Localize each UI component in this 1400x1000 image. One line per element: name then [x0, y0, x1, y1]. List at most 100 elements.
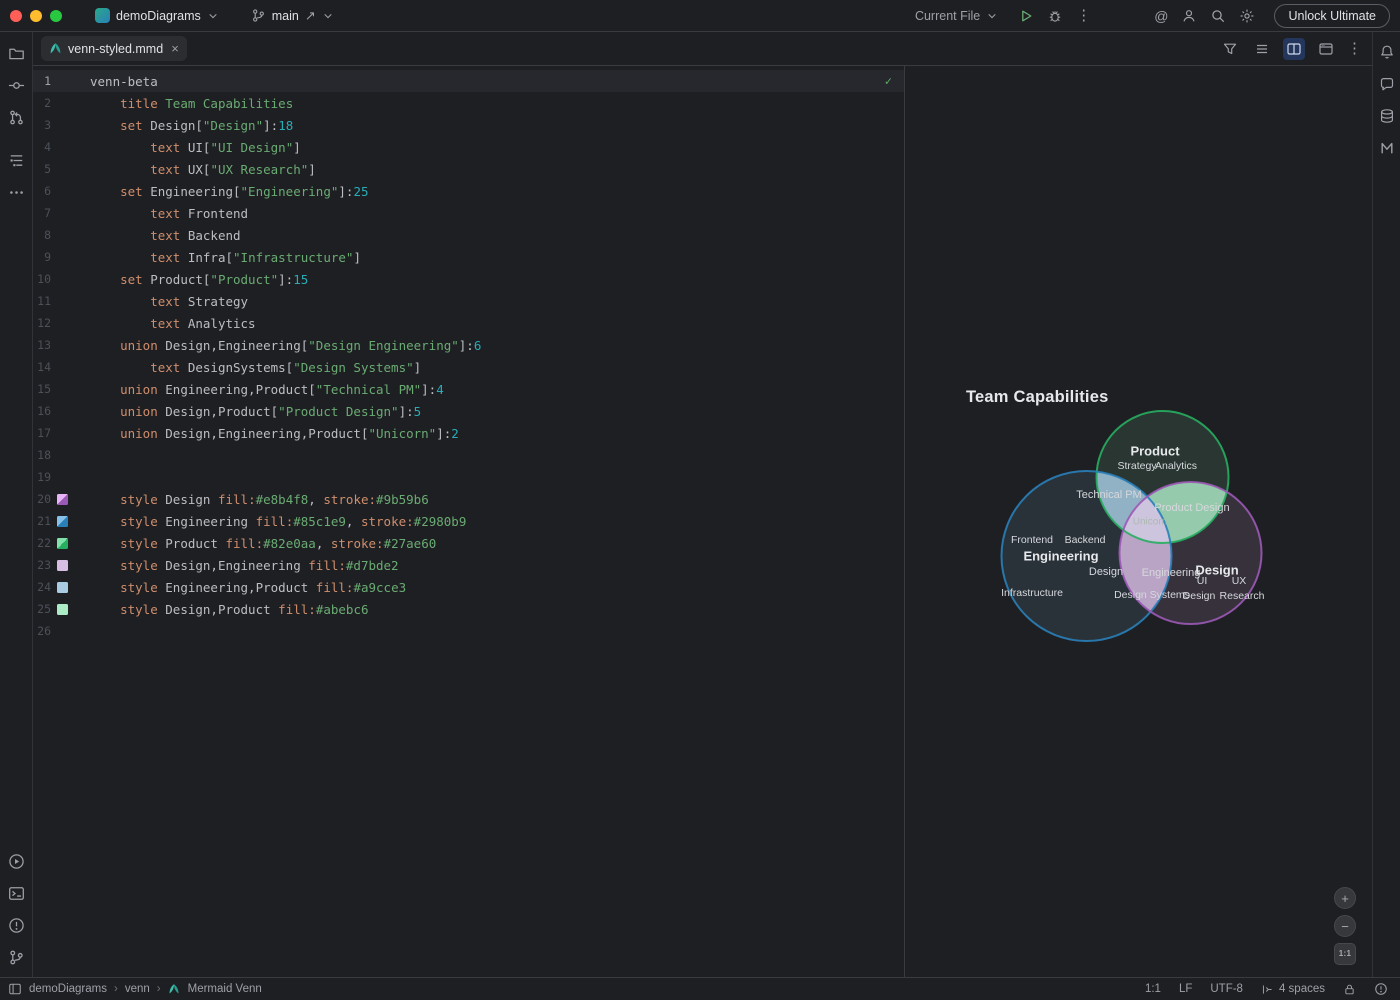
vcs-widget[interactable]: main ↗ [244, 5, 341, 26]
close-window-button[interactable] [10, 9, 22, 22]
code-line[interactable]: 2 title Team Capabilities [33, 92, 904, 114]
code-line[interactable]: 3 set Design["Design"]:18 [33, 114, 904, 136]
problems-tool-icon[interactable] [4, 913, 28, 937]
line-number: 4 [44, 140, 51, 154]
zoom-out-button[interactable]: − [1334, 915, 1356, 937]
encoding-widget[interactable]: UTF-8 [1210, 983, 1243, 995]
breadcrumb-diagram[interactable]: Mermaid Venn [188, 983, 262, 995]
code-line[interactable]: 6 set Engineering["Engineering"]:25 [33, 180, 904, 202]
code-line[interactable]: 1 venn-beta ✓ [33, 70, 904, 92]
line-number: 8 [44, 228, 51, 242]
code-editor[interactable]: 1 venn-beta ✓ 2 title Team Capabilities 3 se… [33, 66, 905, 977]
debug-button[interactable] [1047, 8, 1063, 24]
line-number: 1 [44, 74, 51, 88]
code-line[interactable]: 18 [33, 444, 904, 466]
more-actions-button[interactable]: ⋮ [1076, 8, 1091, 23]
code-line[interactable]: 21 style Engineering fill:#85c1e9, strok… [33, 510, 904, 532]
mermaid-tool-icon[interactable] [1375, 136, 1399, 160]
ai-chat-tool-icon[interactable] [1375, 72, 1399, 96]
code-line[interactable]: 20 style Design fill:#e8b4f8, stroke:#9b… [33, 488, 904, 510]
notifications-bell-icon[interactable] [1375, 40, 1399, 64]
code-line[interactable]: 19 [33, 466, 904, 488]
code-line[interactable]: 23 style Design,Engineering fill:#d7bde2 [33, 554, 904, 576]
pull-requests-tool-icon[interactable] [4, 105, 28, 129]
code-line[interactable]: 4 text UI["UI Design"] [33, 136, 904, 158]
venn-label: Research [1219, 590, 1265, 602]
code-line[interactable]: 15 union Engineering,Product["Technical … [33, 378, 904, 400]
run-config-selector[interactable]: Current File [908, 6, 1005, 26]
line-number: 17 [37, 426, 51, 440]
color-swatch[interactable] [57, 603, 68, 615]
inspection-ok-icon[interactable]: ✓ [885, 70, 892, 92]
structure-tool-icon[interactable] [4, 148, 28, 172]
cursor-position-widget[interactable]: 1:1 [1145, 983, 1161, 995]
code-line[interactable]: 10 set Product["Product"]:15 [33, 268, 904, 290]
venn-label: UI [1196, 575, 1208, 587]
code-line[interactable]: 13 union Design,Engineering["Design Engi… [33, 334, 904, 356]
code-line[interactable]: 9 text Infra["Infrastructure"] [33, 246, 904, 268]
profile-button[interactable] [1181, 8, 1197, 24]
run-button[interactable] [1018, 8, 1034, 24]
code-line[interactable]: 12 text Analytics [33, 312, 904, 334]
color-swatch[interactable] [57, 581, 68, 593]
code-line[interactable]: 24 style Engineering,Product fill:#a9cce… [33, 576, 904, 598]
ide-status-icon[interactable] [1374, 982, 1388, 996]
services-tool-icon[interactable] [4, 849, 28, 873]
tab-close-icon[interactable]: × [171, 41, 179, 56]
code-line[interactable]: 25 style Design,Product fill:#abebc6 [33, 598, 904, 620]
code-line[interactable]: 22 style Product fill:#82e0aa, stroke:#2… [33, 532, 904, 554]
ai-assistant-button[interactable]: @ [1154, 9, 1168, 23]
terminal-tool-icon[interactable] [4, 881, 28, 905]
minimize-window-button[interactable] [30, 9, 42, 22]
code-line[interactable]: 26 [33, 620, 904, 642]
color-swatch[interactable] [57, 559, 68, 571]
code-line[interactable]: 16 union Design,Product["Product Design"… [33, 400, 904, 422]
settings-button[interactable] [1239, 8, 1255, 24]
commit-tool-icon[interactable] [4, 73, 28, 97]
venn-label: Engineering [1141, 567, 1201, 579]
branch-name: main [271, 8, 299, 23]
show-editor-only-icon[interactable] [1251, 38, 1273, 60]
right-tool-stripe [1372, 32, 1400, 977]
breadcrumb-folder[interactable]: venn [125, 983, 150, 995]
zoom-in-button[interactable]: + [1334, 887, 1356, 909]
database-tool-icon[interactable] [1375, 104, 1399, 128]
project-widget[interactable]: demoDiagrams [88, 5, 226, 26]
zoom-reset-button[interactable]: 1:1 [1334, 943, 1356, 965]
project-tool-icon[interactable] [4, 41, 28, 65]
version-control-tool-icon[interactable] [4, 945, 28, 969]
chevron-down-icon [207, 10, 219, 22]
preview-zoom-controls: + − 1:1 [1334, 887, 1356, 965]
more-tool-windows-icon[interactable] [4, 180, 28, 204]
color-swatch[interactable] [57, 493, 68, 505]
venn-label: Design [1182, 590, 1216, 602]
indent-widget[interactable]: 4 spaces [1261, 983, 1325, 996]
venn-labels-layer: Product Strategy Analytics Technical PM Prod… [905, 66, 1372, 977]
line-number: 26 [37, 624, 51, 638]
show-editor-and-preview-icon[interactable] [1283, 37, 1305, 60]
tool-window-layout-icon[interactable] [8, 982, 22, 996]
tab-venn-styled[interactable]: venn-styled.mmd × [41, 36, 187, 61]
color-swatch[interactable] [57, 537, 68, 549]
readonly-lock-icon[interactable] [1343, 983, 1356, 996]
code-line[interactable]: 14 text DesignSystems["Design Systems"] [33, 356, 904, 378]
code-line[interactable]: 5 text UX["UX Research"] [33, 158, 904, 180]
line-number: 23 [37, 558, 51, 572]
code-line[interactable]: 11 text Strategy [33, 290, 904, 312]
code-line[interactable]: 7 text Frontend [33, 202, 904, 224]
fullscreen-window-button[interactable] [50, 9, 62, 22]
project-icon [95, 8, 110, 23]
color-swatch[interactable] [57, 515, 68, 527]
line-number: 20 [37, 492, 51, 506]
search-everywhere-button[interactable] [1210, 8, 1226, 24]
code-line[interactable]: 8 text Backend [33, 224, 904, 246]
line-separator-widget[interactable]: LF [1179, 983, 1192, 995]
breadcrumb-project[interactable]: demoDiagrams [29, 983, 107, 995]
open-in-browser-icon[interactable] [1315, 38, 1337, 60]
code-line[interactable]: 17 union Design,Engineering,Product["Uni… [33, 422, 904, 444]
mermaid-preview-canvas[interactable]: Team Capabilities Product Strategy Analyti… [905, 66, 1372, 977]
editor-more-options-icon[interactable]: ⋮ [1347, 41, 1362, 56]
preview-filter-icon[interactable] [1219, 38, 1241, 60]
unlock-ultimate-button[interactable]: Unlock Ultimate [1274, 3, 1390, 28]
line-number: 19 [37, 470, 51, 484]
